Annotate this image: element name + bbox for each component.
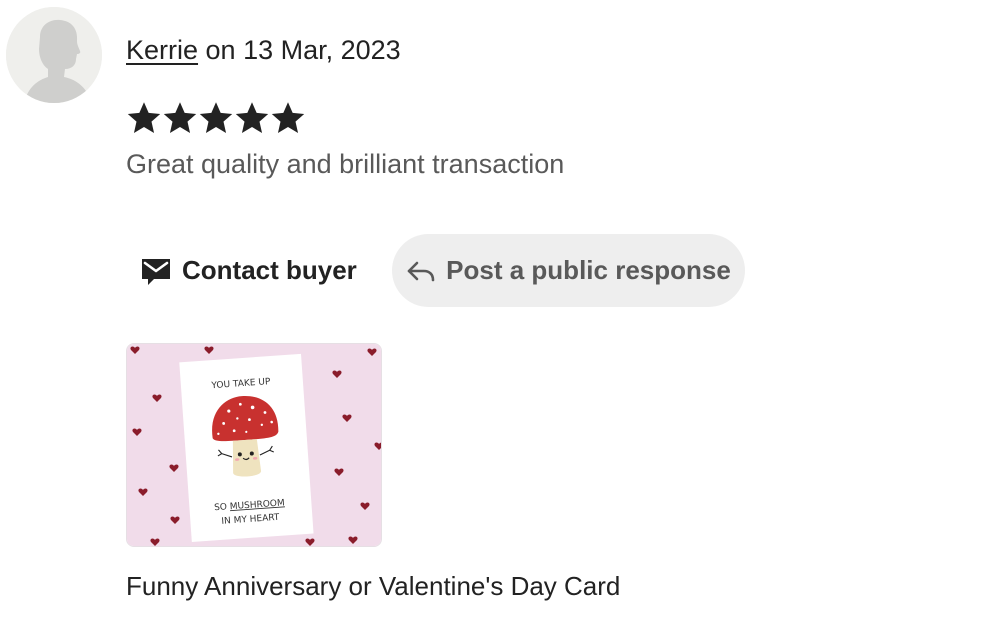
- reviewer-name-link[interactable]: Kerrie: [126, 35, 198, 65]
- envelope-icon: [142, 258, 170, 285]
- star-icon: [199, 102, 233, 133]
- star-icon: [163, 102, 197, 133]
- post-public-response-label: Post a public response: [446, 255, 731, 285]
- review-header: Kerrie on 13 Mar, 2023: [126, 33, 401, 67]
- star-icon: [235, 102, 269, 133]
- review-text: Great quality and brilliant transaction: [126, 149, 565, 179]
- product-title-link[interactable]: Funny Anniversary or Valentine's Day Car…: [126, 569, 620, 603]
- star-icon: [271, 102, 305, 133]
- post-public-response-button[interactable]: Post a public response: [392, 234, 745, 307]
- default-user-silhouette-icon: [6, 7, 102, 103]
- reply-arrow-icon: [407, 261, 435, 281]
- reviewer-avatar: [6, 7, 102, 103]
- product-thumbnail[interactable]: YOU TAKE UP SO MUSHROOM IN MY HEART: [126, 343, 382, 547]
- mushroom-card-image: YOU TAKE UP SO MUSHROOM IN MY HEART: [127, 344, 381, 546]
- contact-buyer-button[interactable]: Contact buyer: [128, 234, 369, 307]
- review-date: on 13 Mar, 2023: [198, 35, 401, 65]
- star-icon: [127, 102, 161, 133]
- star-rating: [126, 100, 306, 136]
- contact-buyer-label: Contact buyer: [182, 255, 357, 285]
